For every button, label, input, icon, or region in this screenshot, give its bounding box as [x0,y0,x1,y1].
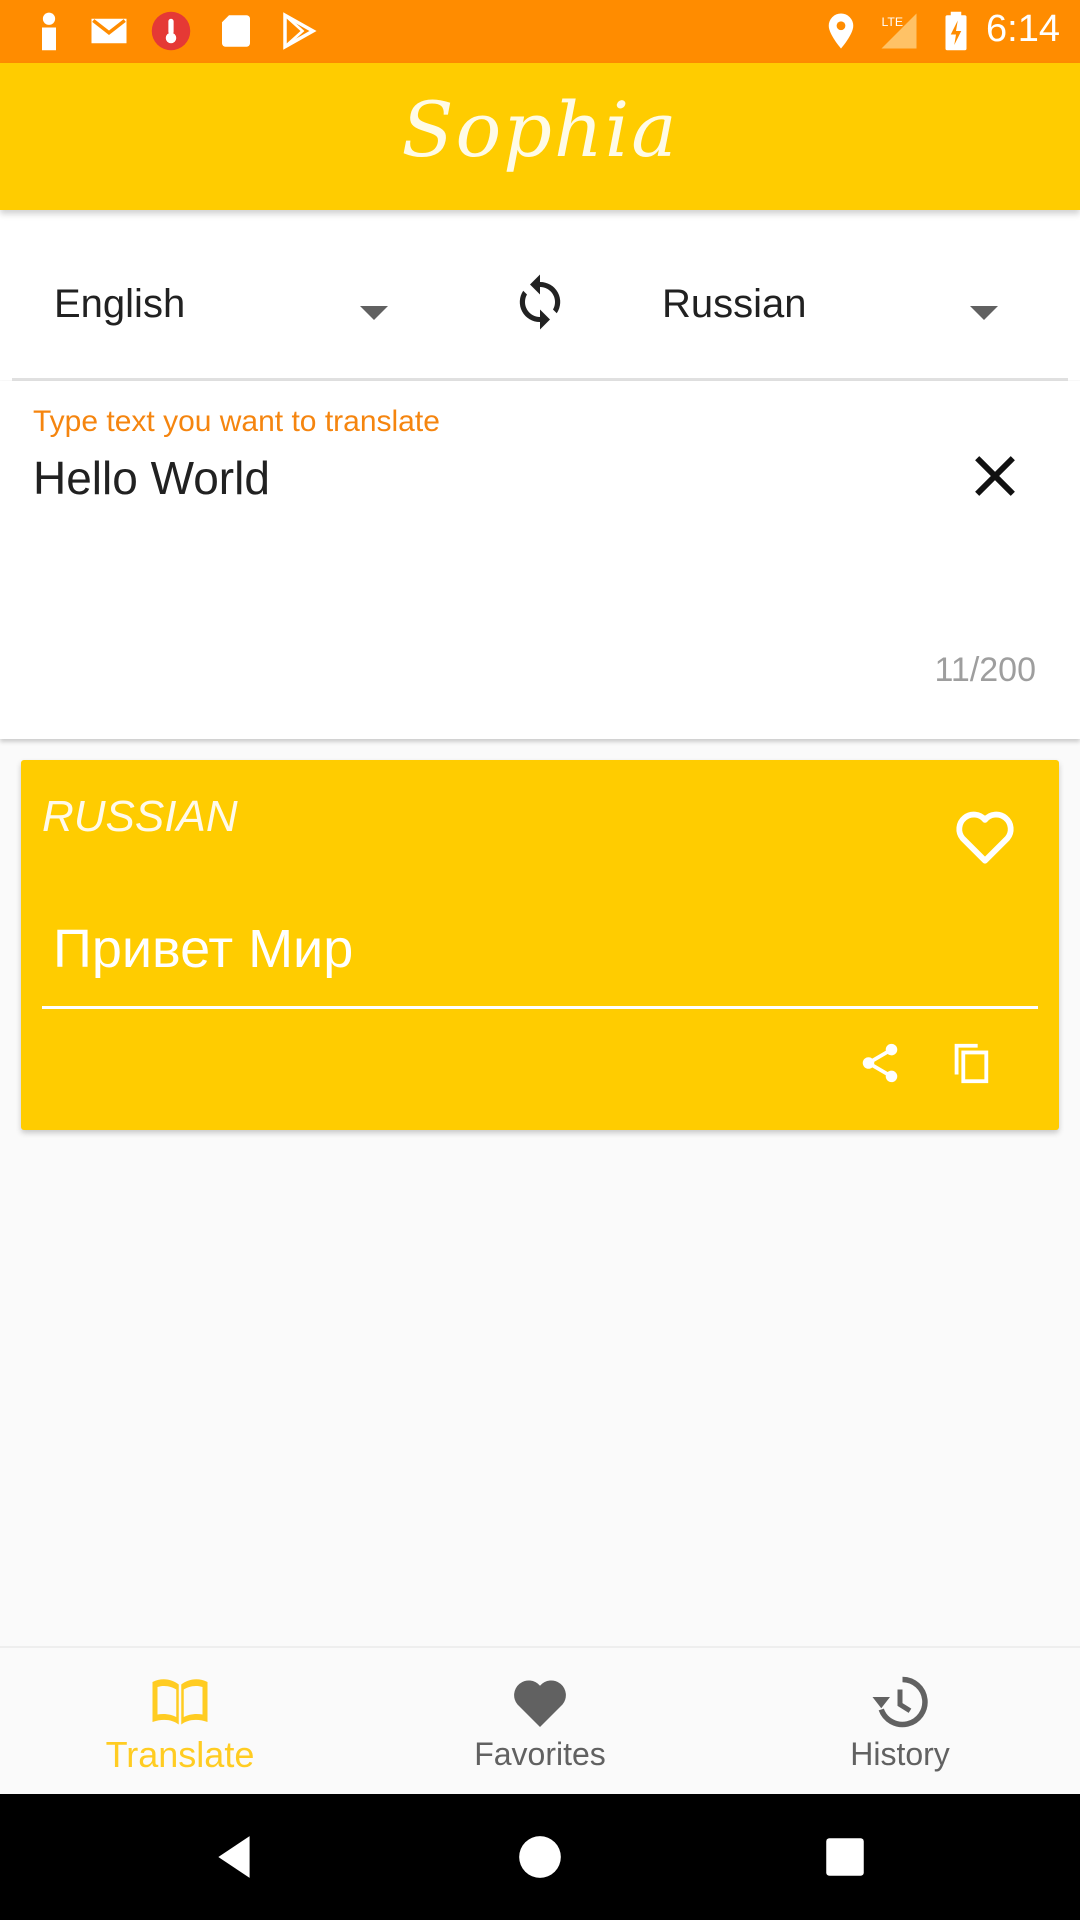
gmail-icon [91,18,127,44]
back-icon[interactable] [210,1832,260,1882]
copy-icon[interactable] [947,1040,993,1086]
translate-input[interactable]: Hello World [33,451,933,505]
chevron-down-icon [360,306,388,320]
share-icon[interactable] [857,1040,903,1086]
input-hint-label: Type text you want to translate [33,405,440,438]
nav-history-label: History [850,1736,950,1772]
play-store-icon [283,12,317,50]
status-bar: LTE 6:14 [0,0,1080,63]
chevron-down-icon [970,306,998,320]
source-language-label: English [54,282,186,326]
thermometer-icon [151,11,191,51]
heart-icon [514,1680,566,1727]
result-underline [42,1006,1038,1009]
svg-text:LTE: LTE [882,15,904,29]
location-icon [828,13,854,49]
target-language-dropdown[interactable]: Russian [662,210,1022,380]
source-language-dropdown[interactable]: English [54,210,414,380]
heart-outline-icon[interactable] [953,808,1017,866]
signal-icon: LTE [881,13,917,49]
target-language-label: Russian [662,282,807,326]
nav-favorites-label: Favorites [474,1736,606,1772]
nav-translate-label: Translate [105,1734,255,1775]
language-selector-row: English Russian [0,210,1080,380]
app-bar: Sophia [0,63,1080,210]
nav-favorites[interactable]: Favorites [390,1648,690,1796]
bottom-navigation: Translate Favorites History [0,1646,1080,1794]
sd-card-icon [222,15,250,47]
close-icon[interactable] [968,449,1022,503]
translation-result-card: RUSSIAN Привет Мир [21,760,1059,1130]
app-title: Sophia [401,85,679,174]
book-icon [152,1679,208,1725]
result-language-label: RUSSIAN [42,792,238,841]
input-card: Type text you want to translate Hello Wo… [0,381,1080,739]
history-icon [872,1676,928,1728]
swap-languages-icon[interactable] [510,272,570,332]
nav-translate[interactable]: Translate [30,1648,330,1796]
system-navigation-bar [0,1794,1080,1920]
nav-history[interactable]: History [750,1648,1050,1796]
person-icon [42,12,56,51]
recents-icon[interactable] [820,1832,870,1882]
home-icon[interactable] [515,1832,565,1882]
battery-charging-icon [945,11,967,51]
status-time: 6:14 [986,8,1060,50]
translation-output: Привет Мир [53,919,354,979]
character-counter: 11/200 [934,651,1036,689]
